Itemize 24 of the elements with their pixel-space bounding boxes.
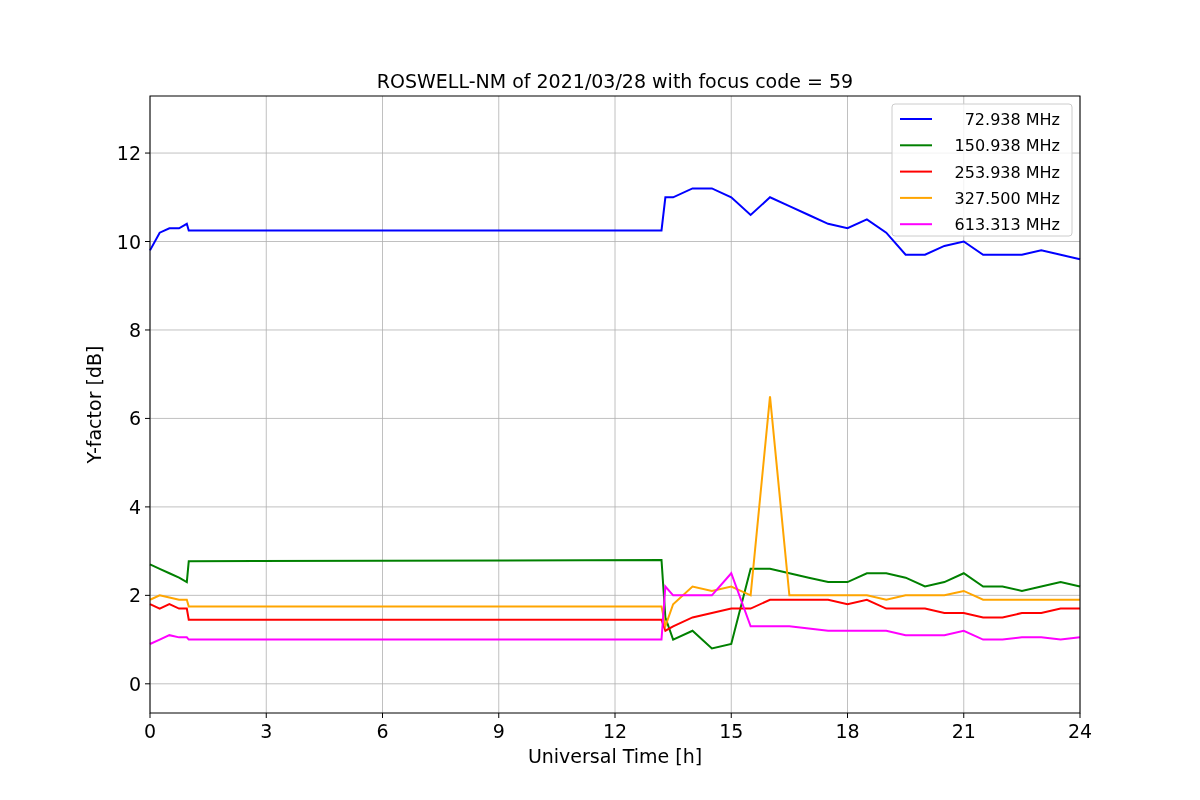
y-axis-label: Y-factor [dB]: [83, 345, 105, 464]
y-tick-label: 4: [128, 495, 141, 518]
x-tick-label: 9: [492, 720, 505, 742]
x-tick-label: 21: [951, 720, 976, 742]
legend-label: 253.938 MHz: [954, 162, 1060, 182]
y-tick-label: 10: [116, 230, 141, 253]
x-tick-label: 6: [376, 720, 389, 742]
legend-label: 327.500 MHz: [954, 188, 1060, 208]
x-axis-label: Universal Time [h]: [527, 745, 703, 767]
y-tick-label: 2: [128, 584, 141, 607]
y-tick-label: 8: [128, 318, 141, 341]
legend-label: 72.938 MHz: [964, 110, 1060, 129]
x-tick-label: 18: [835, 720, 860, 742]
y-tick-label: 6: [128, 407, 141, 430]
y-tick-label: 12: [116, 142, 141, 165]
x-tick-label: 3: [260, 720, 273, 742]
x-tick-label: 15: [719, 720, 744, 742]
x-tick-label: 0: [143, 720, 157, 742]
legend-label: 150.938 MHz: [954, 136, 1060, 156]
chart-title: ROSWELL-NM of 2021/03/28 with focus code = 59: [376, 70, 854, 92]
legend-label: 613.313 MHz: [954, 215, 1060, 235]
x-tick-label: 24: [1067, 720, 1093, 742]
y-tick-label: 0: [128, 672, 141, 695]
x-tick-label: 12: [602, 720, 628, 742]
